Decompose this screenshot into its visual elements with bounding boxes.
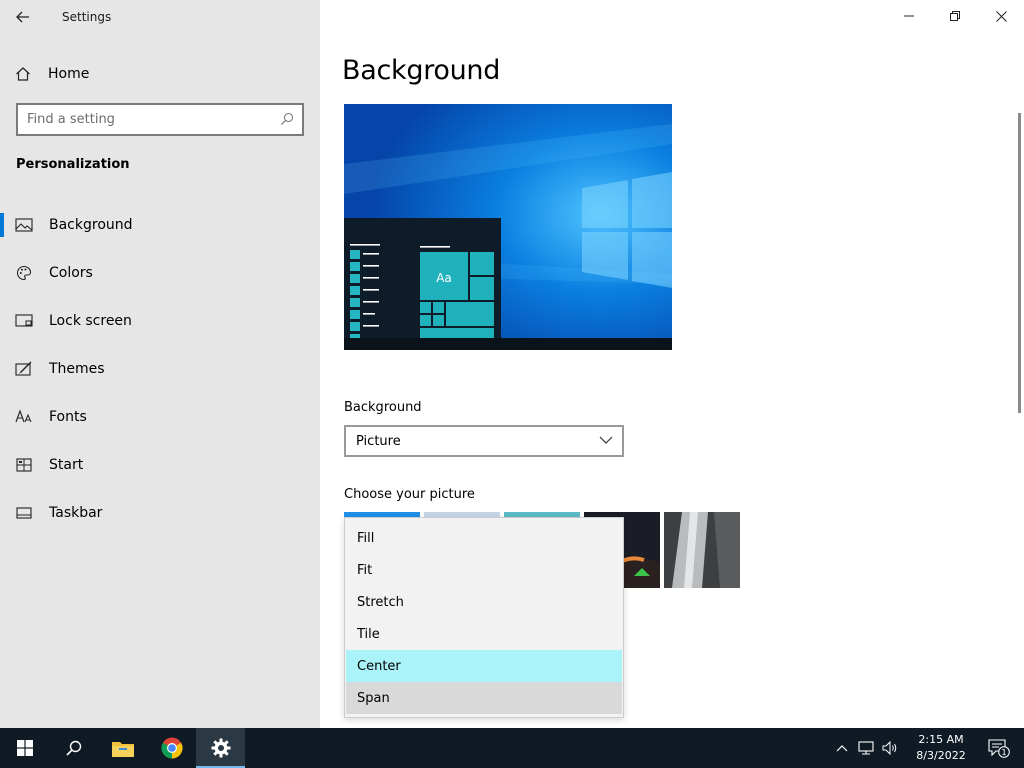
palette-icon (0, 265, 47, 281)
app-title: Settings (62, 10, 112, 24)
sidebar-item-label: Themes (49, 361, 105, 377)
clock-date: 8/3/2022 (916, 749, 966, 762)
background-select-value: Picture (356, 433, 401, 449)
sidebar-item-start[interactable]: Start (0, 441, 320, 489)
chrome-icon (160, 737, 183, 759)
background-select[interactable]: Picture (344, 425, 624, 457)
show-hidden-icons-button[interactable] (830, 728, 854, 768)
clock[interactable]: 2:15 AM 8/3/2022 (908, 732, 974, 764)
network-icon (858, 741, 874, 755)
chrome-button[interactable] (147, 728, 196, 768)
page-title: Background (342, 55, 501, 86)
taskbar-icon (0, 507, 47, 519)
close-icon (995, 10, 1007, 22)
file-explorer-button[interactable] (98, 728, 147, 768)
fit-option-center[interactable]: Center (346, 650, 622, 682)
notification-count: 1 (1001, 748, 1006, 757)
minimize-button[interactable] (886, 0, 932, 32)
settings-taskbar-button[interactable] (196, 728, 245, 768)
taskbar-search-button[interactable] (49, 728, 98, 768)
sidebar-item-taskbar[interactable]: Taskbar (0, 489, 320, 537)
sidebar-item-fonts[interactable]: Fonts (0, 393, 320, 441)
sidebar-item-colors[interactable]: Colors (0, 249, 320, 297)
background-label: Background (344, 400, 422, 415)
wallpaper-thumbnail[interactable] (664, 512, 740, 588)
system-tray: 2:15 AM 8/3/2022 1 (830, 728, 1024, 768)
nav-list: Background Colors Lock screen Themes Fon… (0, 201, 320, 537)
sidebar-item-lock-screen[interactable]: Lock screen (0, 297, 320, 345)
search-icon (65, 740, 81, 756)
choose-picture-label: Choose your picture (344, 487, 475, 502)
sidebar-item-label: Lock screen (49, 313, 132, 329)
network-button[interactable] (854, 728, 878, 768)
sidebar-item-label: Colors (49, 265, 93, 281)
sidebar-item-background[interactable]: Background (0, 201, 320, 249)
fit-option-tile[interactable]: Tile (346, 618, 622, 650)
scrollbar[interactable] (1018, 113, 1021, 413)
search-icon[interactable] (280, 112, 294, 126)
fit-option-stretch[interactable]: Stretch (346, 586, 622, 618)
start-icon (0, 458, 47, 472)
fit-dropdown-list: Fill Fit Stretch Tile Center Span (344, 517, 624, 718)
chevron-down-icon (599, 436, 613, 444)
section-title: Personalization (16, 157, 130, 172)
sidebar-item-label: Start (49, 457, 84, 473)
sidebar-item-label: Background (49, 217, 133, 233)
back-button[interactable] (0, 0, 46, 34)
desktop-preview: Aa (344, 104, 672, 350)
restore-button[interactable] (932, 0, 978, 32)
minimize-icon (904, 15, 914, 17)
sidebar: Settings Home Personalization Background… (0, 0, 320, 728)
volume-button[interactable] (878, 728, 902, 768)
windows-logo-icon (16, 740, 33, 756)
preview-tile-label: Aa (436, 271, 452, 285)
chevron-up-icon (836, 745, 848, 752)
fit-option-fit[interactable]: Fit (346, 554, 622, 586)
notification-icon: 1 (988, 739, 1010, 758)
home-icon (0, 66, 46, 82)
sidebar-item-label: Taskbar (49, 505, 103, 521)
back-arrow-icon (16, 11, 29, 23)
start-button[interactable] (0, 728, 49, 768)
nav-home[interactable]: Home (0, 56, 320, 92)
themes-icon (0, 361, 47, 377)
fit-option-fill[interactable]: Fill (346, 522, 622, 554)
folder-icon (111, 742, 134, 757)
title-bar: Settings (0, 0, 320, 34)
action-center-button[interactable]: 1 (974, 728, 1024, 768)
fonts-icon (0, 409, 47, 425)
close-button[interactable] (978, 0, 1024, 32)
taskbar: 2:15 AM 8/3/2022 1 (0, 728, 1024, 768)
fit-option-span[interactable]: Span (346, 682, 622, 714)
home-label: Home (48, 66, 90, 82)
lock-screen-icon (0, 314, 47, 328)
clock-time: 2:15 AM (918, 733, 964, 746)
search-box[interactable] (16, 103, 304, 136)
restore-icon (950, 11, 960, 21)
sidebar-item-themes[interactable]: Themes (0, 345, 320, 393)
search-input[interactable] (18, 105, 268, 134)
volume-icon (882, 741, 897, 755)
picture-icon (0, 218, 47, 232)
sidebar-item-label: Fonts (49, 409, 87, 425)
gear-icon (211, 738, 230, 758)
